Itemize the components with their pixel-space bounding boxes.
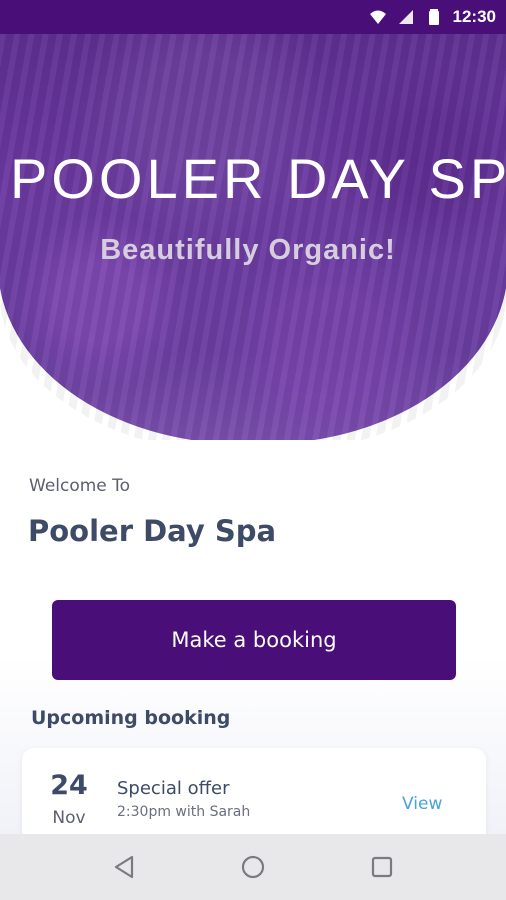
clock: 12:30 xyxy=(452,7,496,26)
recents-icon[interactable] xyxy=(362,847,402,887)
booking-date-day: 24 xyxy=(50,770,88,801)
spa-name: Pooler Day Spa xyxy=(28,514,277,548)
back-icon[interactable] xyxy=(104,847,144,887)
battery-icon xyxy=(425,8,443,26)
make-booking-button[interactable]: Make a booking xyxy=(52,600,456,680)
signal-icon xyxy=(397,8,415,26)
welcome-label: Welcome To xyxy=(29,476,131,496)
navigation-bar xyxy=(0,834,506,900)
content-card: Welcome To Pooler Day Spa Make a booking… xyxy=(0,440,506,848)
status-bar: 12:30 xyxy=(0,0,506,34)
booking-date-month: Nov xyxy=(52,808,86,828)
wifi-icon xyxy=(369,8,387,26)
home-icon[interactable] xyxy=(233,847,273,887)
booking-card[interactable]: 24 Nov Special offer 2:30pm with Sarah V… xyxy=(22,748,486,848)
hero-subtitle: Beautifully Organic! xyxy=(100,234,396,266)
booking-title: Special offer xyxy=(117,778,230,799)
view-booking-link[interactable]: View xyxy=(402,794,442,814)
hero-banner: POOLER DAY SPA Beautifully Organic! xyxy=(0,34,506,454)
upcoming-booking-title: Upcoming booking xyxy=(31,707,231,729)
hero-title: POOLER DAY SPA xyxy=(10,147,506,210)
booking-detail: 2:30pm with Sarah xyxy=(117,804,251,820)
